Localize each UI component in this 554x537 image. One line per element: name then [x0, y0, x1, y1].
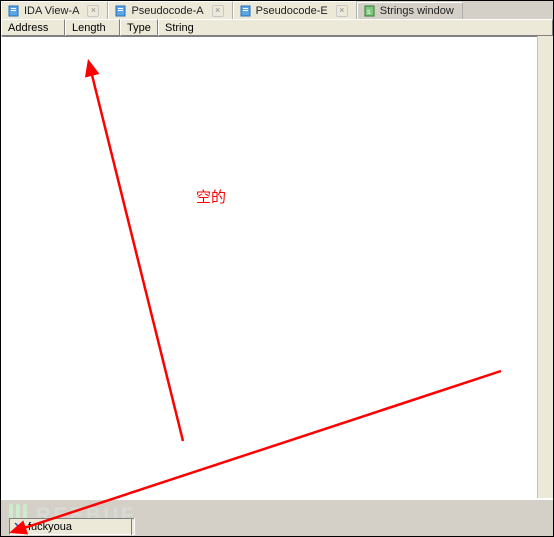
- close-icon[interactable]: ×: [336, 5, 348, 17]
- vertical-scrollbar[interactable]: [537, 36, 553, 502]
- status-bar: REEBUF fuckyoua: [1, 498, 553, 536]
- column-label: String: [165, 22, 194, 34]
- strings-icon: s: [364, 5, 376, 17]
- file-icon: [115, 5, 127, 17]
- strings-column-headers: Address Length Type String: [1, 19, 553, 36]
- close-icon[interactable]: ×: [212, 5, 224, 17]
- status-value: fuckyoua: [28, 521, 72, 533]
- app-window: IDA View-A × Pseudocode-A × Pseudocode-E…: [0, 0, 554, 537]
- status-indicator-icon: [14, 522, 24, 532]
- tab-label: Strings window: [380, 5, 454, 17]
- status-separator: [131, 518, 135, 535]
- tab-pseudocode-e[interactable]: Pseudocode-E ×: [233, 1, 357, 19]
- svg-text:s: s: [367, 9, 371, 16]
- annotation-empty-label: 空的: [196, 186, 226, 207]
- column-type[interactable]: Type: [120, 19, 158, 36]
- column-address[interactable]: Address: [1, 19, 65, 36]
- tab-ida-view-a[interactable]: IDA View-A ×: [1, 1, 108, 19]
- tab-strings-window[interactable]: s Strings window: [357, 2, 463, 20]
- column-label: Type: [127, 22, 151, 34]
- tab-label: Pseudocode-E: [256, 5, 328, 17]
- strings-listview[interactable]: [1, 36, 553, 503]
- column-label: Address: [8, 22, 48, 34]
- file-icon: [240, 5, 252, 17]
- file-icon: [8, 5, 20, 17]
- tab-bar: IDA View-A × Pseudocode-A × Pseudocode-E…: [1, 1, 553, 20]
- status-field[interactable]: fuckyoua: [9, 518, 135, 535]
- column-string[interactable]: String: [158, 19, 553, 36]
- tab-pseudocode-a[interactable]: Pseudocode-A ×: [108, 1, 232, 19]
- tab-label: IDA View-A: [24, 5, 79, 17]
- column-length[interactable]: Length: [65, 19, 120, 36]
- close-icon[interactable]: ×: [87, 5, 99, 17]
- tab-label: Pseudocode-A: [131, 5, 203, 17]
- column-label: Length: [72, 22, 106, 34]
